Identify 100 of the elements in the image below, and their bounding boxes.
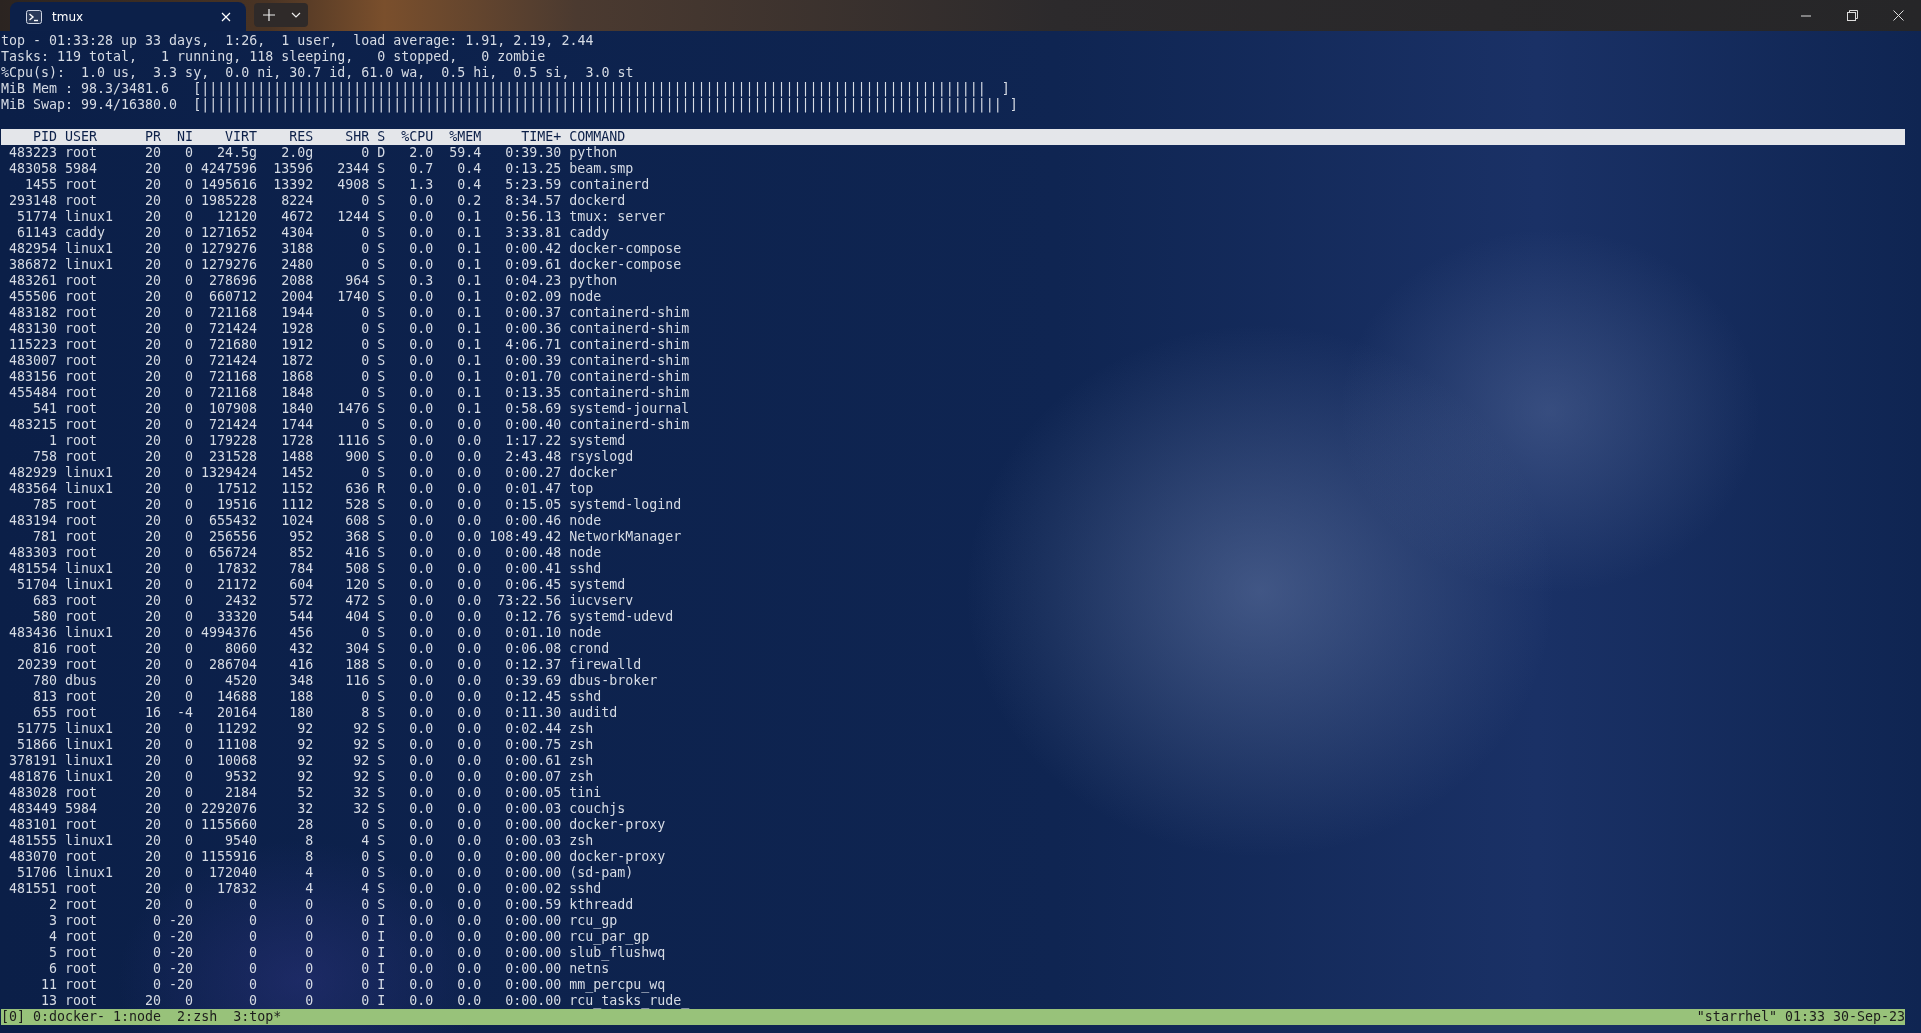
table-cell: root: [65, 545, 98, 561]
table-cell: 0:00.48: [505, 545, 562, 561]
table-cell: 0.0: [457, 529, 482, 545]
table-cell: 92: [353, 753, 370, 769]
table-cell: 0: [249, 945, 258, 961]
table-cell: 508: [345, 561, 370, 577]
table-cell: 0: [249, 913, 258, 929]
table-cell: 0.0: [457, 817, 482, 833]
table-cell: 20: [145, 145, 162, 161]
table-cell: 0.0: [409, 929, 434, 945]
table-cell: rsyslogd: [569, 449, 634, 465]
table-cell: 0.1: [457, 257, 482, 273]
table-cell: 20: [145, 273, 162, 289]
table-cell: 0: [153, 929, 162, 945]
table-cell: 0: [185, 625, 194, 641]
table-cell: 20: [145, 369, 162, 385]
table-cell: linux1: [65, 257, 114, 273]
table-cell: root: [65, 353, 98, 369]
table-cell: 20: [145, 241, 162, 257]
table-cell: 108:49.42: [489, 529, 562, 545]
table-cell: -20: [169, 977, 194, 993]
table-cell: 17832: [217, 881, 258, 897]
table-cell: 172040: [209, 865, 258, 881]
table-cell: 0.0: [457, 433, 482, 449]
table-cell: 456: [289, 625, 314, 641]
column-header: VIRT: [225, 129, 258, 145]
table-cell: 0:00.00: [505, 961, 562, 977]
table-cell: 1728: [281, 433, 314, 449]
table-cell: 1244: [337, 209, 370, 225]
table-cell: 0.1: [457, 337, 482, 353]
table-cell: dbus: [65, 673, 98, 689]
table-cell: linux1: [65, 209, 114, 225]
table-cell: 785: [33, 497, 58, 513]
table-cell: 2: [49, 897, 58, 913]
table-cell: 1488: [281, 449, 314, 465]
table-cell: 0: [249, 929, 258, 945]
chevron-down-icon[interactable]: [291, 12, 301, 18]
table-cell: 964: [345, 273, 370, 289]
plus-icon[interactable]: [263, 9, 275, 21]
table-cell: root: [65, 641, 98, 657]
table-cell: 721424: [209, 417, 258, 433]
table-cell: 655432: [209, 513, 258, 529]
table-cell: (sd-pam): [569, 865, 634, 881]
tab-title[interactable]: tmux: [52, 9, 206, 24]
terminal-tab[interactable]: tmux: [10, 2, 246, 31]
table-cell: 483070: [9, 849, 58, 865]
table-cell: 0: [185, 657, 194, 673]
table-cell: S: [377, 161, 386, 177]
table-cell: 32: [353, 801, 370, 817]
close-icon[interactable]: [1892, 10, 1904, 21]
table-cell: I: [377, 929, 386, 945]
table-cell: 0: [185, 417, 194, 433]
table-cell: 1279276: [201, 257, 258, 273]
table-cell: sshd: [569, 689, 602, 705]
table-cell: 0:56.13: [505, 209, 562, 225]
table-cell: S: [377, 577, 386, 593]
table-cell: 20: [145, 721, 162, 737]
table-cell: S: [377, 337, 386, 353]
table-cell: 0.0: [409, 241, 434, 257]
table-cell: -20: [169, 913, 194, 929]
table-cell: S: [377, 561, 386, 577]
table-cell: root: [65, 369, 98, 385]
table-cell: 0:00.00: [505, 993, 562, 1009]
table-cell: 0.0: [457, 801, 482, 817]
table-cell: 116: [345, 673, 370, 689]
table-cell: 4: [361, 833, 370, 849]
table-cell: 0:00.59: [505, 897, 562, 913]
table-cell: linux1: [65, 481, 114, 497]
table-cell: 20: [145, 353, 162, 369]
table-cell: 852: [289, 545, 314, 561]
table-cell: containerd-shim: [569, 305, 690, 321]
table-cell: 721168: [209, 305, 258, 321]
table-cell: 482954: [9, 241, 58, 257]
table-cell: 0: [185, 161, 194, 177]
table-cell: 0: [361, 305, 370, 321]
table-cell: 0.0: [409, 545, 434, 561]
table-cell: 483007: [9, 353, 58, 369]
column-header: TIME+: [521, 129, 562, 145]
table-cell: 0:00.75: [505, 737, 562, 753]
table-cell: 0.0: [457, 593, 482, 609]
table-cell: containerd-shim: [569, 385, 690, 401]
table-cell: 4304: [281, 225, 314, 241]
table-cell: 92: [353, 737, 370, 753]
minimize-icon[interactable]: [1801, 14, 1811, 17]
table-cell: 483436: [9, 625, 58, 641]
table-cell: 0.0: [457, 881, 482, 897]
table-cell: 1476: [337, 401, 370, 417]
table-cell: 0.0: [457, 737, 482, 753]
table-cell: 0: [185, 449, 194, 465]
table-cell: 0: [153, 913, 162, 929]
table-cell: 0.7: [409, 161, 434, 177]
table-cell: S: [377, 529, 386, 545]
table-cell: 0: [361, 321, 370, 337]
table-cell: root: [65, 321, 98, 337]
restore-icon[interactable]: [1846, 10, 1858, 21]
table-cell: 20239: [17, 657, 58, 673]
table-cell: sshd: [569, 561, 602, 577]
table-cell: 0.0: [409, 369, 434, 385]
table-cell: 0.0: [457, 513, 482, 529]
table-cell: 4908: [337, 177, 370, 193]
